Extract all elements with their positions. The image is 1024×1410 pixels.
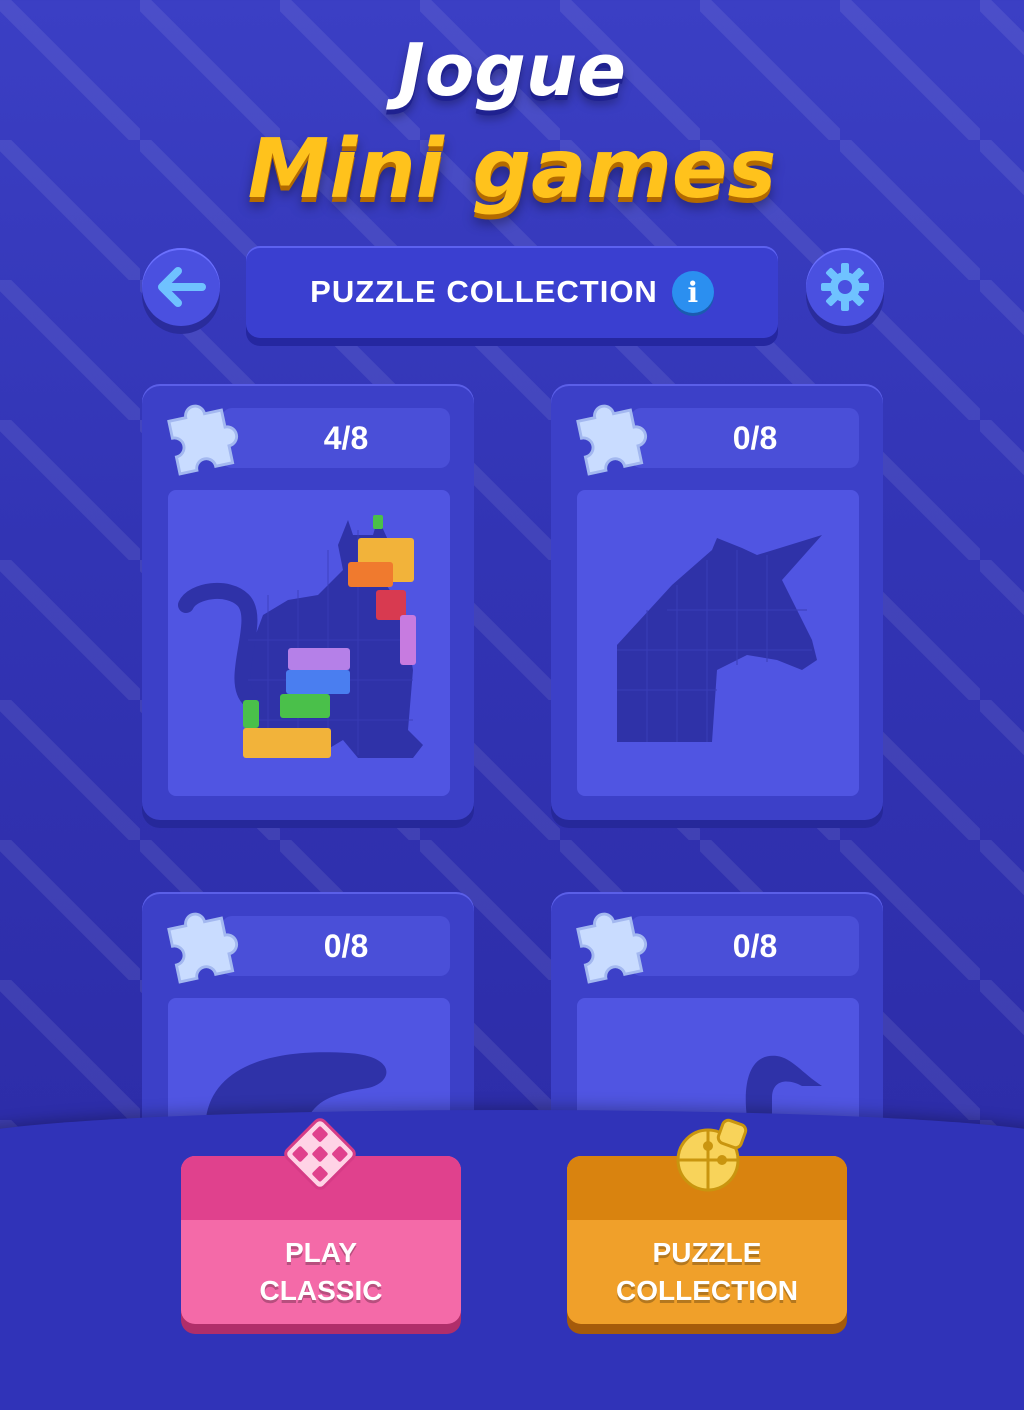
progress-label: 0/8 (631, 916, 859, 976)
play-classic-line2: CLASSIC (259, 1275, 383, 1306)
puzzle-collection-line1: PUZZLE (652, 1237, 762, 1268)
puzzle-card-cat[interactable]: 4/8 (142, 384, 474, 820)
progress-label: 4/8 (222, 408, 450, 468)
page-title-bar: PUZZLE COLLECTION i (246, 246, 778, 338)
settings-button[interactable] (806, 248, 884, 326)
puzzle-card-unicorn[interactable]: 0/8 (551, 384, 883, 820)
unicorn-silhouette-preview (577, 490, 859, 796)
puzzle-piece-icon (167, 404, 239, 476)
bottom-action-panel (0, 1110, 1024, 1410)
puzzle-piece-icon (576, 912, 648, 984)
gear-icon (821, 263, 869, 311)
info-icon[interactable]: i (671, 271, 714, 313)
jigsaw-pieces-icon (676, 1118, 748, 1192)
cat-silhouette-preview (168, 490, 450, 796)
puzzle-collection-label: PUZZLE COLLECTION (567, 1234, 847, 1310)
headline-line2: Mini games (247, 122, 777, 217)
puzzle-collection-line2: COLLECTION (616, 1275, 798, 1306)
progress-label: 0/8 (222, 916, 450, 976)
play-classic-label: PLAY CLASSIC (181, 1234, 461, 1310)
puzzle-piece-icon (576, 404, 648, 476)
headline-line1: Jogue (398, 28, 626, 112)
progress-label: 0/8 (631, 408, 859, 468)
block-grid-icon (284, 1118, 356, 1190)
page-title: PUZZLE COLLECTION (310, 274, 658, 309)
puzzle-piece-icon (167, 912, 239, 984)
back-button[interactable] (142, 248, 220, 326)
play-classic-line1: PLAY (284, 1237, 358, 1268)
arrow-left-icon (158, 267, 206, 307)
